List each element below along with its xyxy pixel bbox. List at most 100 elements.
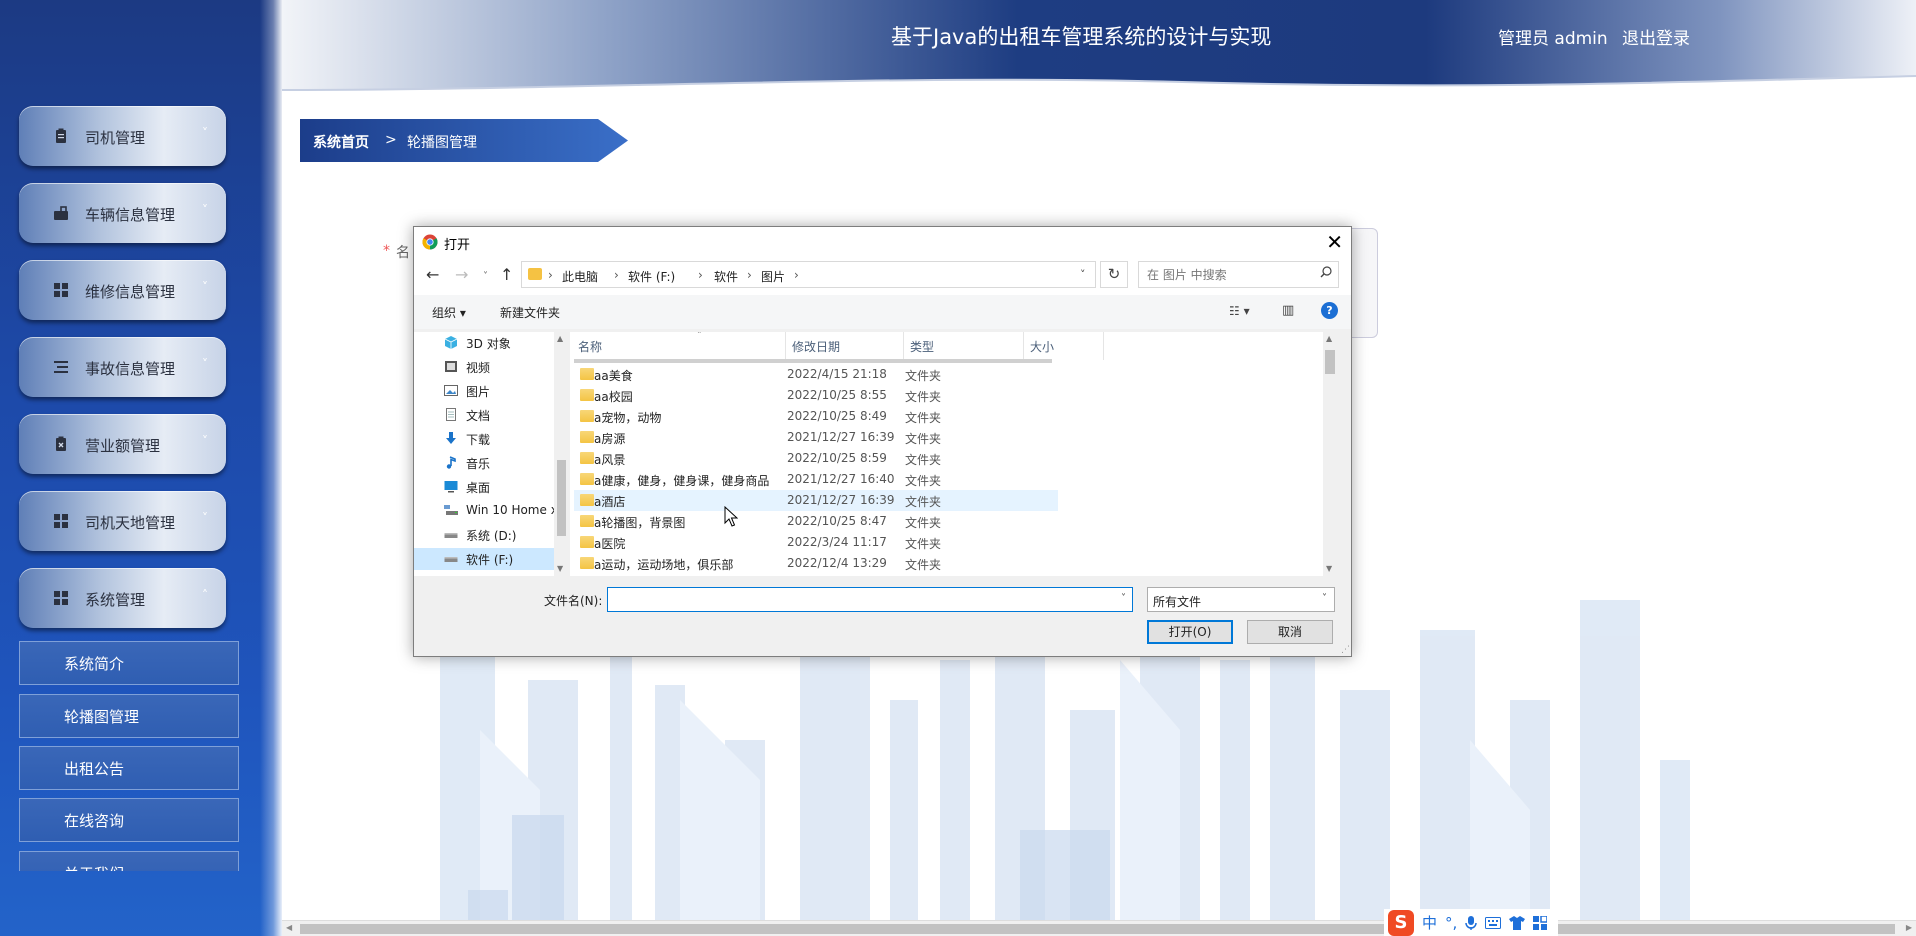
- horizontal-scrollbar[interactable]: ◀ ▶: [282, 920, 1916, 936]
- file-row[interactable]: a医院 2022/3/24 11:17 文件夹: [574, 532, 1058, 553]
- chevron-right-icon[interactable]: ›: [614, 268, 619, 282]
- scrollbar-thumb[interactable]: [1325, 350, 1335, 374]
- keyboard-icon[interactable]: [1485, 916, 1502, 929]
- recent-locations-chevron-icon[interactable]: ˅: [483, 271, 488, 282]
- file-row[interactable]: aa美食 2022/4/15 21:18 文件夹: [574, 364, 1058, 385]
- breadcrumb-home[interactable]: 系统首页: [313, 132, 369, 152]
- column-divider[interactable]: [1103, 332, 1104, 360]
- mic-icon[interactable]: [1465, 915, 1478, 931]
- file-type: 文件夹: [905, 495, 942, 509]
- tree-item-label: 软件 (F:): [466, 553, 514, 567]
- open-button[interactable]: 打开(O): [1147, 620, 1233, 644]
- shirt-icon[interactable]: [1509, 915, 1526, 930]
- list-scrollbar[interactable]: ▲ ▼: [1323, 332, 1337, 576]
- search-input[interactable]: [1140, 263, 1310, 286]
- ime-punct[interactable]: °,: [1445, 914, 1457, 932]
- filetype-select[interactable]: 所有文件 ˅: [1147, 587, 1335, 612]
- tree-item[interactable]: 3D 对象: [414, 332, 556, 354]
- nav-label: 维修信息管理: [85, 283, 176, 301]
- apps-icon[interactable]: [1533, 915, 1548, 930]
- sub-item-system-intro[interactable]: 系统简介: [19, 641, 239, 685]
- tree-item[interactable]: 图片: [414, 380, 556, 402]
- file-row[interactable]: a轮播图，背景图 2022/10/25 8:47 文件夹: [574, 511, 1058, 532]
- address-crumb[interactable]: 软件 (F:): [628, 268, 675, 285]
- sub-item-online-consult[interactable]: 在线咨询: [19, 798, 239, 842]
- scrollbar-thumb[interactable]: [557, 460, 566, 536]
- chevron-right-icon[interactable]: ›: [794, 268, 799, 282]
- address-crumb[interactable]: 图片: [761, 268, 785, 285]
- chevron-down-icon[interactable]: ˅: [1080, 268, 1086, 281]
- column-header-date[interactable]: 修改日期: [792, 338, 840, 355]
- tree-item-selected[interactable]: 软件 (F:): [414, 548, 556, 570]
- scrollbar-thumb[interactable]: [300, 924, 1895, 934]
- breadcrumb-current: 轮播图管理: [407, 135, 477, 151]
- help-icon[interactable]: ?: [1321, 302, 1338, 319]
- navigation-tree: 3D 对象 视频 图片 文档 下载 音乐 桌面 Win 10 Home x 系统…: [414, 332, 568, 576]
- tree-item-label: 音乐: [466, 457, 491, 471]
- tree-item[interactable]: 视频: [414, 356, 556, 378]
- sub-item-carousel-management[interactable]: 轮播图管理: [19, 694, 239, 738]
- resize-grip-icon[interactable]: ⋰: [1341, 645, 1350, 655]
- nav-item-vehicle-management[interactable]: 车辆信息管理 ˅: [19, 183, 226, 243]
- scroll-up-arrow-icon[interactable]: ▲: [1326, 334, 1332, 343]
- new-folder-button[interactable]: 新建文件夹: [500, 304, 560, 321]
- column-header-name[interactable]: 名称: [578, 338, 602, 355]
- scroll-right-arrow-icon[interactable]: ▶: [1906, 923, 1912, 932]
- scroll-down-arrow-icon[interactable]: ▼: [1326, 564, 1332, 573]
- file-row-hovered[interactable]: a酒店 2021/12/27 16:39 文件夹: [574, 490, 1058, 511]
- file-row[interactable]: a宠物，动物 2022/10/25 8:49 文件夹: [574, 406, 1058, 427]
- scroll-left-arrow-icon[interactable]: ◀: [286, 923, 292, 932]
- nav-item-driver-forum-management[interactable]: 司机天地管理 ˅: [19, 491, 226, 551]
- up-arrow-icon[interactable]: ↑: [500, 265, 513, 284]
- address-bar[interactable]: › 此电脑 › 软件 (F:) › 软件 › 图片 › ˅: [521, 261, 1096, 288]
- nav-item-accident-management[interactable]: 事故信息管理 ˅: [19, 337, 226, 397]
- file-row[interactable]: a健康，健身，健身课，健身商品 2021/12/27 16:40 文件夹: [574, 469, 1058, 490]
- forward-arrow-icon[interactable]: →: [455, 265, 468, 284]
- column-header-size[interactable]: 大小: [1030, 338, 1054, 355]
- address-crumb[interactable]: 此电脑: [562, 268, 598, 285]
- file-row[interactable]: a风景 2022/10/25 8:59 文件夹: [574, 448, 1058, 469]
- filename-input[interactable]: [610, 589, 1105, 610]
- tree-item[interactable]: Win 10 Home x: [414, 500, 558, 522]
- refresh-icon[interactable]: ↻: [1100, 261, 1128, 288]
- tree-item[interactable]: 下载: [414, 428, 556, 450]
- organize-button[interactable]: 组织 ▾: [432, 304, 466, 321]
- scroll-up-arrow-icon[interactable]: ▲: [557, 334, 563, 343]
- tree-item[interactable]: 系统 (D:): [414, 524, 556, 546]
- logout-link[interactable]: 退出登录: [1622, 24, 1690, 49]
- tree-item[interactable]: 桌面: [414, 476, 556, 498]
- chevron-right-icon[interactable]: ›: [698, 268, 703, 282]
- close-icon[interactable]: ✕: [1326, 230, 1343, 254]
- file-row[interactable]: a房源 2021/12/27 16:39 文件夹: [574, 427, 1058, 448]
- column-header-type[interactable]: 类型: [910, 338, 934, 355]
- cube-icon: [444, 336, 458, 349]
- column-divider[interactable]: [785, 332, 786, 360]
- column-divider[interactable]: [903, 332, 904, 360]
- sub-item-about-us[interactable]: 关于我们: [19, 851, 239, 871]
- address-crumb[interactable]: 软件: [714, 268, 738, 285]
- dialog-titlebar[interactable]: 打开 ✕: [414, 227, 1351, 257]
- sub-item-rental-notice[interactable]: 出租公告: [19, 746, 239, 790]
- nav-item-repair-management[interactable]: 维修信息管理 ˅: [19, 260, 226, 320]
- chevron-down-icon[interactable]: ˅: [1121, 593, 1126, 604]
- nav-label: 系统管理: [85, 591, 146, 609]
- file-date: 2021/12/27 16:40: [787, 472, 895, 486]
- back-arrow-icon[interactable]: ←: [426, 265, 439, 284]
- nav-item-revenue-management[interactable]: 营业额管理 ˅: [19, 414, 226, 474]
- file-row[interactable]: aa校园 2022/10/25 8:55 文件夹: [574, 385, 1058, 406]
- tree-item[interactable]: 音乐: [414, 452, 556, 474]
- chevron-right-icon[interactable]: ›: [747, 268, 752, 282]
- view-options-icon[interactable]: ☷ ▾: [1229, 304, 1250, 318]
- scroll-down-arrow-icon[interactable]: ▼: [557, 564, 563, 573]
- cancel-button[interactable]: 取消: [1247, 620, 1333, 644]
- tree-scrollbar[interactable]: ▲ ▼: [554, 332, 568, 576]
- sogou-logo-icon[interactable]: S: [1388, 909, 1414, 936]
- tree-item[interactable]: 文档: [414, 404, 556, 426]
- ime-mode[interactable]: 中: [1422, 912, 1437, 933]
- column-divider[interactable]: [1023, 332, 1024, 360]
- file-row[interactable]: a运动，运动场地，俱乐部 2022/12/4 13:29 文件夹: [574, 553, 1058, 574]
- preview-pane-icon[interactable]: ▥: [1282, 303, 1294, 318]
- nav-item-driver-management[interactable]: 司机管理 ˅: [19, 106, 226, 166]
- nav-item-system-management[interactable]: 系统管理 ˄: [19, 568, 226, 628]
- chevron-right-icon[interactable]: ›: [548, 268, 553, 282]
